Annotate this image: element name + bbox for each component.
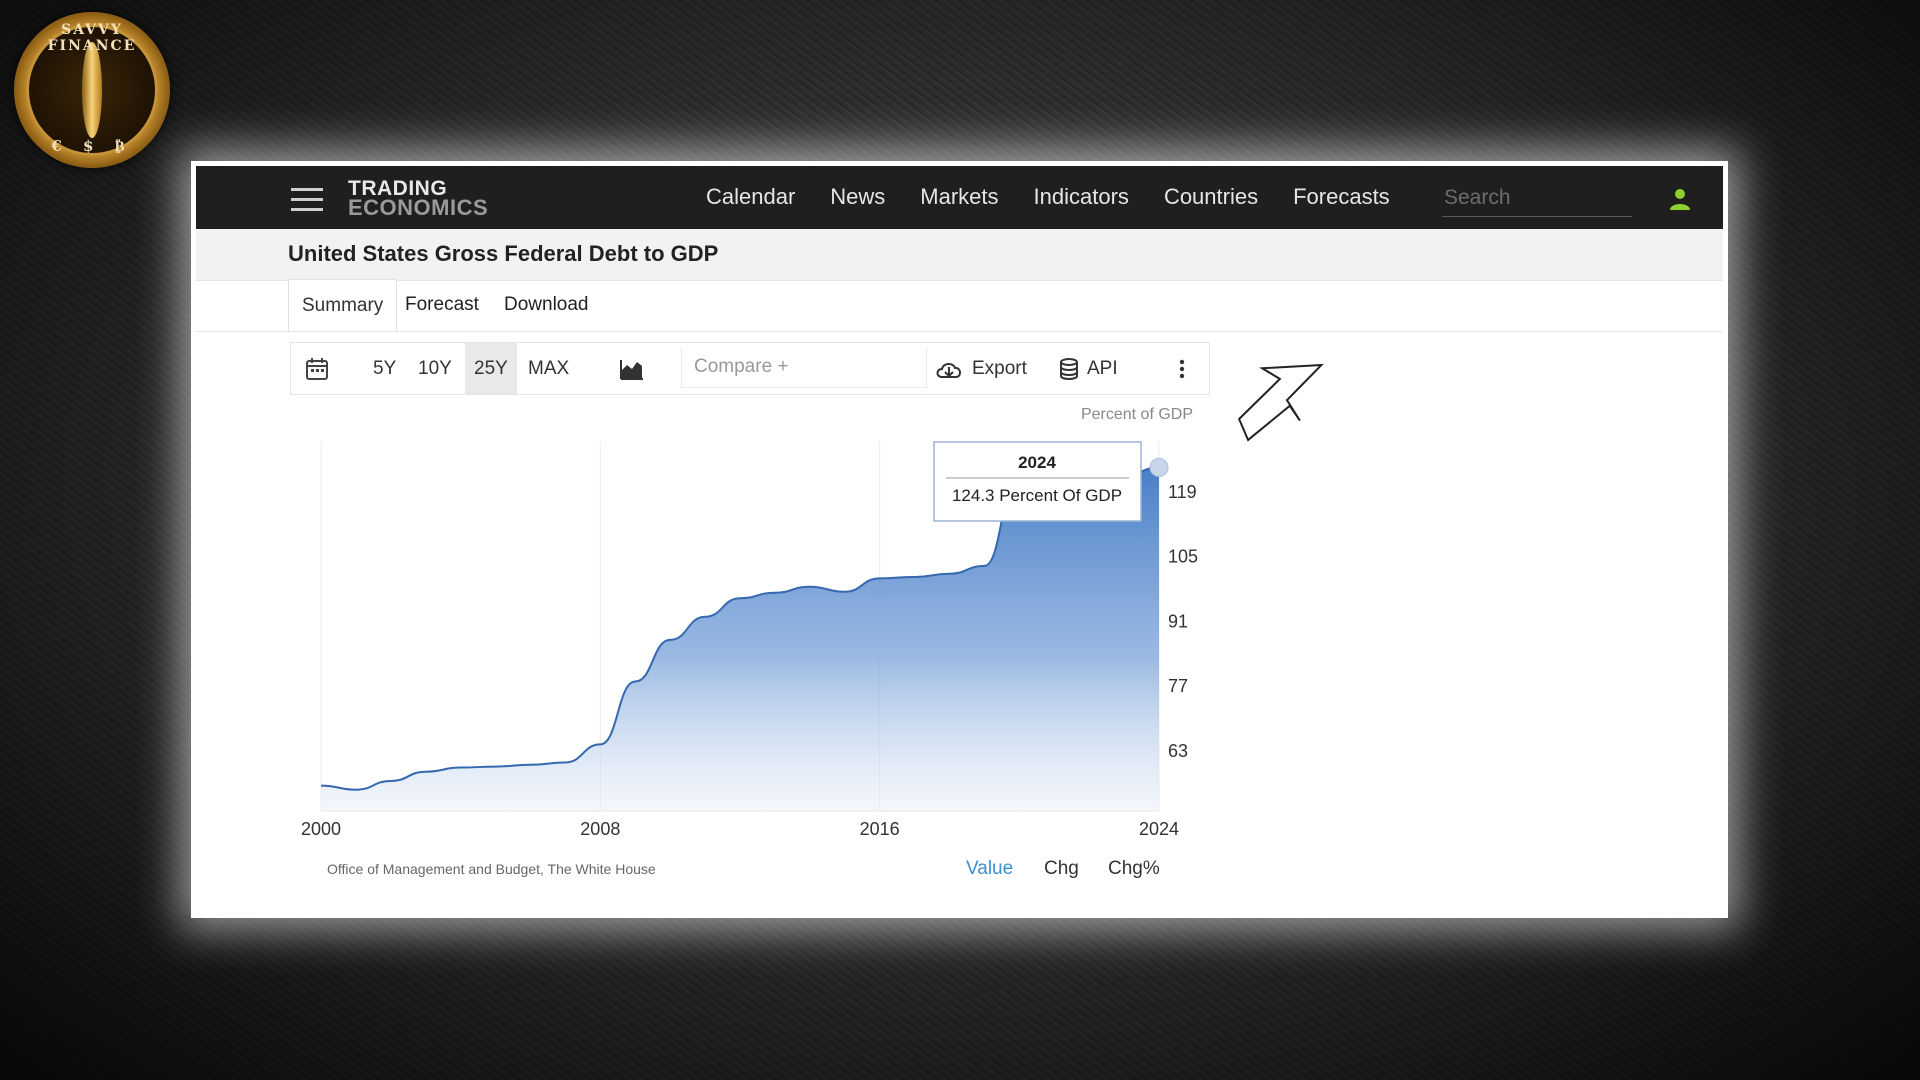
y-tick-label: 91: [1168, 611, 1188, 631]
y-axis-ticks: 63 77 91 105 119: [1168, 482, 1198, 761]
tooltip-year: 2024: [1018, 453, 1056, 472]
y-tick-label: 63: [1168, 741, 1188, 761]
logo-text: SAVVY FINANCE: [47, 22, 137, 54]
y-tick-label: 105: [1168, 547, 1198, 567]
x-tick-label: 2024: [1139, 819, 1179, 839]
y-axis-unit-label: Percent of GDP: [1081, 406, 1193, 423]
y-tick-label: 77: [1168, 676, 1188, 696]
savvy-finance-logo: SAVVY FINANCE € $ ₿: [14, 12, 170, 168]
x-tick-label: 2008: [580, 819, 620, 839]
data-source: Office of Management and Budget, The Whi…: [327, 861, 656, 877]
chart-tooltip: 2024 124.3 Percent Of GDP: [933, 441, 1142, 522]
coin-icon: [82, 42, 102, 138]
value-tab[interactable]: Value: [966, 858, 1013, 880]
y-tick-label: 119: [1168, 482, 1197, 502]
last-point-marker[interactable]: [1149, 457, 1169, 477]
chg-tab[interactable]: Chg: [1044, 858, 1079, 880]
logo-currency-symbols: € $ ₿: [51, 137, 133, 155]
chg-pct-tab[interactable]: Chg%: [1108, 858, 1160, 880]
tooltip-value: 124.3 Percent Of GDP: [952, 486, 1122, 505]
x-tick-label: 2000: [301, 819, 341, 839]
x-tick-label: 2016: [860, 819, 900, 839]
debt-chart: Percent of GDP 63 77 91 105 119 2000 2008 2016…: [301, 363, 1324, 839]
x-axis-ticks: 2000 2008 2016 2024: [301, 819, 1179, 839]
pointer-arrow-icon: [1237, 363, 1324, 442]
browser-frame: TRADING ECONOMICS Calendar News Markets …: [191, 161, 1728, 918]
